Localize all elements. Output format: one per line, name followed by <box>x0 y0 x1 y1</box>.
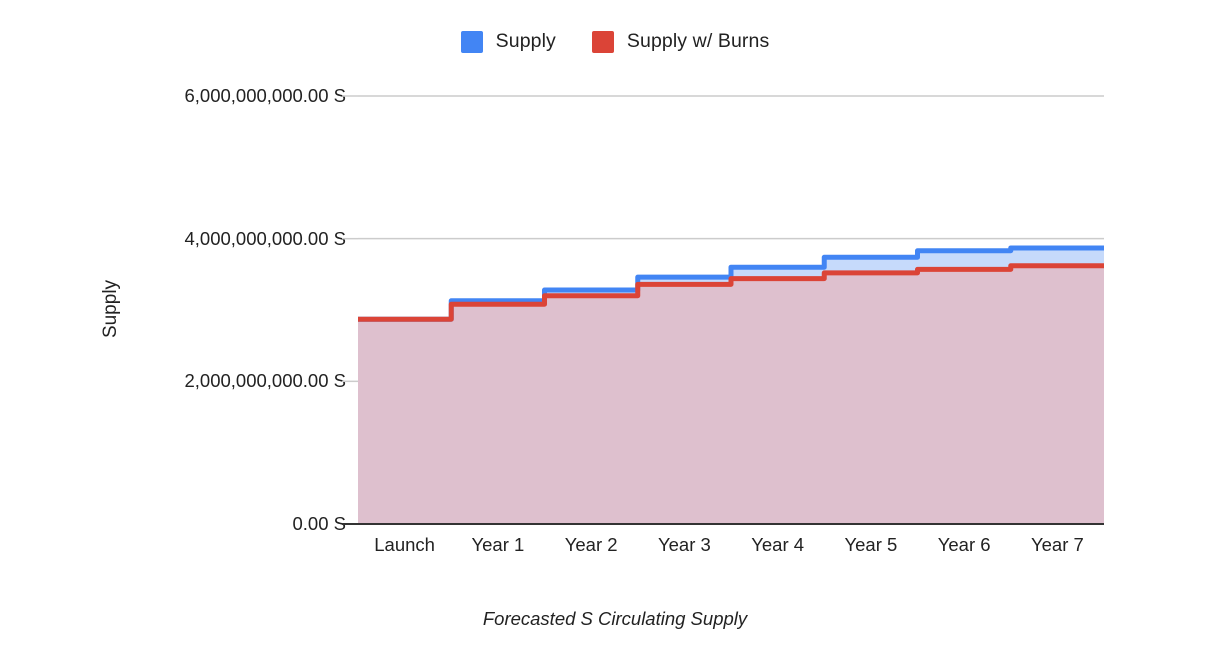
chart-series-layer <box>358 248 1104 524</box>
chart-plot-area <box>0 0 1230 662</box>
supply-forecast-chart: Supply Supply w/ Burns Supply 6,000,000,… <box>0 0 1230 662</box>
